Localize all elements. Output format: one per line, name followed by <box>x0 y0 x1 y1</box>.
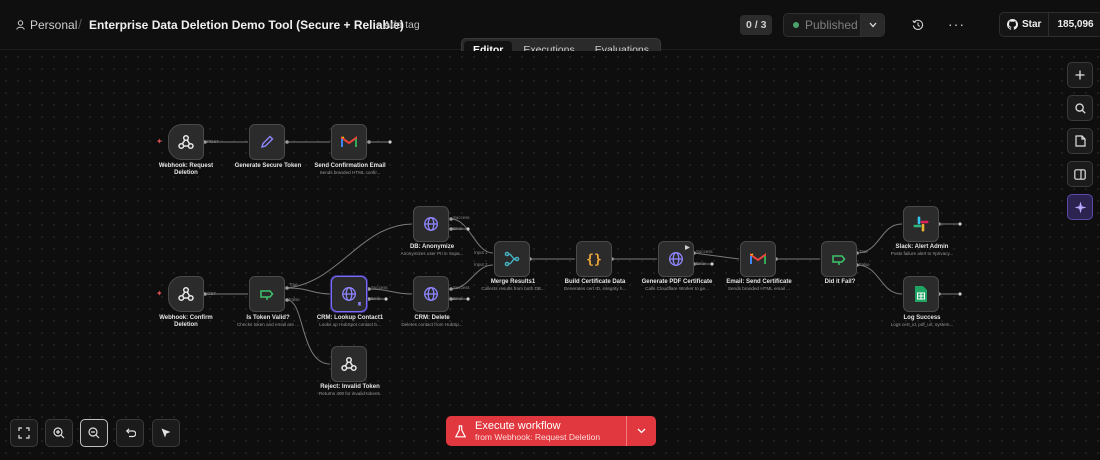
node-subtitle: Sends branded HTML email ... <box>727 286 791 291</box>
node-crm-delete[interactable] <box>413 276 449 312</box>
plus-icon <box>1075 70 1085 80</box>
globe-icon <box>424 217 438 231</box>
toggle-panel-button[interactable] <box>1067 161 1093 187</box>
flask-icon <box>455 424 466 437</box>
node-webhook-confirm-deletion[interactable] <box>168 276 204 312</box>
port-label-get: GET <box>207 291 217 296</box>
node-label: Did it Fail? <box>824 279 856 285</box>
port-label-error: Error <box>453 296 463 301</box>
zoom-out-button[interactable] <box>80 419 108 447</box>
search-nodes-button[interactable] <box>1067 95 1093 121</box>
globe-icon <box>669 252 683 266</box>
execute-sublabel: from Webhook: Request Deletion <box>475 432 601 442</box>
globe-icon <box>424 287 438 301</box>
webhook-icon <box>178 286 194 302</box>
connection <box>286 287 331 295</box>
webhook-icon <box>178 134 194 150</box>
undo-button[interactable] <box>116 419 144 447</box>
google-sheets-icon <box>915 286 927 302</box>
node-label: Reject: Invalid Token <box>320 384 380 390</box>
node-generate-secure-token[interactable] <box>249 124 285 160</box>
port-label-error: Error <box>371 296 381 301</box>
arrow-icon <box>685 245 690 250</box>
select-tool-button[interactable] <box>152 419 180 447</box>
node-slack-alert-admin[interactable] <box>903 206 939 242</box>
svg-text:{}: {} <box>586 253 602 268</box>
port-label-success: Success <box>371 285 388 290</box>
node-subtitle: Returns 400 for invalid tokens. <box>318 391 382 396</box>
cursor-icon <box>161 428 171 438</box>
node-reject-invalid-token[interactable] <box>331 346 367 382</box>
if-branch-icon <box>260 290 274 300</box>
port-label-input2: Input 2 <box>474 262 488 267</box>
port-label-false: False <box>289 297 300 302</box>
port-label-success: Success <box>696 249 713 254</box>
zoom-in-button[interactable] <box>45 419 73 447</box>
node-build-certificate-data[interactable]: {} <box>576 241 612 277</box>
node-generate-pdf-certificate[interactable] <box>658 241 694 277</box>
merge-icon <box>504 251 520 267</box>
node-subtitle: Sends branded HTML confir... <box>319 170 381 175</box>
port-label-error: Error <box>696 261 706 266</box>
execute-options-button[interactable] <box>626 416 656 446</box>
sparkle-icon <box>1074 201 1086 213</box>
search-icon <box>1074 102 1086 114</box>
node-did-it-fail[interactable] <box>821 241 857 277</box>
execute-label: Execute workflow <box>475 420 561 432</box>
port-label-false: False <box>859 262 870 267</box>
node-crm-lookup-contact[interactable] <box>331 276 367 312</box>
port-label-true: True <box>289 282 298 287</box>
node-label: Send Confirmation Email <box>314 163 386 169</box>
node-label: Deletion <box>174 170 198 176</box>
pin-icon <box>357 302 362 308</box>
code-braces-icon: {} <box>586 253 602 268</box>
note-icon <box>1074 135 1086 147</box>
add-node-button[interactable] <box>1067 62 1093 88</box>
node-label: DB: Anonymize <box>409 244 455 250</box>
globe-icon <box>342 287 356 301</box>
port-label-post: POST <box>207 139 219 144</box>
node-label: CRM: Delete <box>414 315 450 321</box>
node-email-send-certificate[interactable] <box>740 241 776 277</box>
node-db-anonymize[interactable] <box>413 206 449 242</box>
node-send-confirmation-email[interactable] <box>331 124 367 160</box>
port-label-error: Error <box>453 226 463 231</box>
ai-assistant-button[interactable] <box>1067 194 1093 220</box>
zoom-in-icon <box>53 427 65 439</box>
trigger-bolt-icon: ✦ <box>156 289 163 298</box>
trigger-bolt-icon: ✦ <box>156 137 163 146</box>
pencil-icon <box>260 135 274 149</box>
node-merge-results[interactable] <box>494 241 530 277</box>
slack-icon <box>913 216 929 232</box>
gmail-icon <box>341 136 357 147</box>
panel-icon <box>1074 168 1086 180</box>
zoom-out-icon <box>88 427 100 439</box>
node-label: Slack: Alert Admin <box>895 244 949 250</box>
fit-to-view-icon <box>18 427 30 439</box>
fit-view-button[interactable] <box>10 419 38 447</box>
execute-workflow-button[interactable]: Execute workflow from Webhook: Request D… <box>446 416 656 446</box>
connection <box>286 299 331 365</box>
node-log-success[interactable] <box>903 276 939 312</box>
undo-icon <box>125 428 136 438</box>
node-subtitle: Posts failure alert to #privacy... <box>890 251 954 256</box>
node-is-token-valid[interactable] <box>249 276 285 312</box>
node-subtitle: Anonymizes user PII in Supa... <box>400 251 464 256</box>
node-subtitle: Logs cert_id, pdf_url, system... <box>890 322 954 327</box>
port-label-success: Success <box>453 215 470 220</box>
node-subtitle: Deletes contact from HubSp... <box>401 322 463 327</box>
gmail-icon <box>750 253 766 264</box>
node-webhook-request-deletion[interactable] <box>168 124 204 160</box>
if-branch-icon <box>832 255 846 265</box>
webhook-icon <box>341 356 357 372</box>
chevron-down-icon <box>637 428 646 434</box>
node-label: Log Success <box>903 315 941 321</box>
sticky-note-button[interactable] <box>1067 128 1093 154</box>
